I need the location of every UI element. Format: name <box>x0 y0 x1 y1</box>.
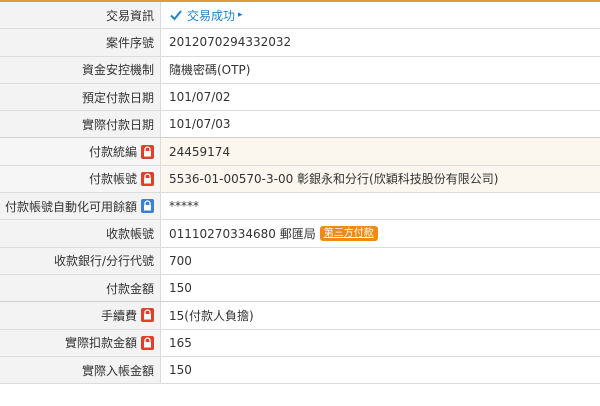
row-transaction-info: 交易資訊 交易成功 ▸ <box>0 2 600 30</box>
label-cell: 資金安控機制 <box>0 56 161 83</box>
row-value: 2012070294332032 <box>169 35 292 50</box>
value-cell: ***** <box>161 193 600 219</box>
value-cell: 101/07/03 <box>161 111 600 137</box>
row-actual-credit: 實際入帳金額 150 <box>0 356 600 385</box>
row-label: 付款帳號自動化可用餘額 <box>4 199 137 214</box>
row-payee-bank-code: 收款銀行/分行代號 700 <box>0 247 600 275</box>
lock-red-icon <box>141 144 154 159</box>
row-case-number: 案件序號 2012070294332032 <box>0 29 600 57</box>
label-cell: 付款統編 <box>0 138 161 165</box>
label-cell: 實際扣款金額 <box>0 329 161 356</box>
row-payer-account: 付款帳號 5536-01-00570-3-00 彰銀永和分行(欣穎科技股份有限公… <box>0 165 600 194</box>
row-value: 101/07/03 <box>169 117 231 132</box>
lock-red-icon <box>141 171 154 186</box>
row-label: 預定付款日期 <box>81 90 154 105</box>
row-actual-debit: 實際扣款金額 165 <box>0 329 600 357</box>
value-cell: 24459174 <box>161 138 600 165</box>
value-cell: 交易成功 ▸ <box>161 2 600 28</box>
row-label: 付款金額 <box>105 281 154 296</box>
row-payer-tax-id: 付款統編 24459174 <box>0 138 600 166</box>
row-value: 165 <box>169 335 192 350</box>
value-cell: 15(付款人負擔) <box>161 302 600 328</box>
label-cell: 實際入帳金額 <box>0 356 161 384</box>
row-value: 01110270334680 郵匯局 <box>169 227 316 242</box>
row-fee: 手續費 15(付款人負擔) <box>0 302 600 330</box>
value-cell: 101/07/02 <box>161 84 600 110</box>
row-label: 交易資訊 <box>105 8 154 23</box>
row-value: 24459174 <box>169 144 231 159</box>
transaction-status[interactable]: 交易成功 ▸ <box>169 7 243 24</box>
row-label: 資金安控機制 <box>81 63 154 78</box>
row-label: 收款帳號 <box>105 227 154 242</box>
label-cell: 收款銀行/分行代號 <box>0 247 161 274</box>
value-cell: 隨機密碼(OTP) <box>161 57 600 83</box>
third-party-tag[interactable]: 第三方付款 <box>319 226 378 242</box>
value-cell: 01110270334680 郵匯局 第三方付款 <box>161 220 600 246</box>
row-actual-date: 實際付款日期 101/07/03 <box>0 111 600 139</box>
label-cell: 手續費 <box>0 302 161 329</box>
label-cell: 案件序號 <box>0 29 161 56</box>
row-payee-account: 收款帳號 01110270334680 郵匯局 第三方付款 <box>0 220 600 248</box>
status-text: 交易成功 <box>187 8 236 23</box>
row-scheduled-date: 預定付款日期 101/07/02 <box>0 83 600 112</box>
label-cell: 交易資訊 <box>0 2 161 29</box>
row-payment-amount: 付款金額 150 <box>0 274 600 303</box>
row-label: 實際入帳金額 <box>81 363 154 378</box>
value-cell: 5536-01-00570-3-00 彰銀永和分行(欣穎科技股份有限公司) <box>161 165 600 193</box>
row-label: 收款銀行/分行代號 <box>53 254 154 269</box>
label-cell: 收款帳號 <box>0 220 161 247</box>
row-label: 付款統編 <box>88 145 137 160</box>
check-icon <box>170 10 182 21</box>
row-value: 隨機密碼(OTP) <box>169 63 251 78</box>
row-value: 5536-01-00570-3-00 彰銀永和分行(欣穎科技股份有限公司) <box>169 172 499 187</box>
label-cell: 實際付款日期 <box>0 111 161 138</box>
row-label: 實際付款日期 <box>81 117 154 132</box>
row-label: 案件序號 <box>105 35 154 50</box>
lock-red-icon <box>141 308 154 323</box>
value-cell: 150 <box>161 357 600 383</box>
label-cell: 付款帳號自動化可用餘額 <box>0 193 161 220</box>
lock-red-icon <box>141 335 154 350</box>
transaction-detail-panel: 交易資訊 交易成功 ▸ 案件序號 2012070294332032 資金安控機制… <box>0 0 600 406</box>
masked-balance: ***** <box>169 199 199 214</box>
row-value: 101/07/02 <box>169 90 231 105</box>
row-value: 700 <box>169 253 192 268</box>
row-label: 付款帳號 <box>88 172 137 187</box>
expand-arrow-icon: ▸ <box>238 10 243 21</box>
value-cell: 165 <box>161 330 600 356</box>
label-cell: 付款金額 <box>0 274 161 302</box>
row-label: 手續費 <box>100 308 137 323</box>
row-available-balance: 付款帳號自動化可用餘額 ***** <box>0 193 600 221</box>
label-cell: 付款帳號 <box>0 165 161 193</box>
value-cell: 700 <box>161 248 600 274</box>
value-cell: 2012070294332032 <box>161 29 600 55</box>
value-cell: 150 <box>161 275 600 301</box>
row-security-mechanism: 資金安控機制 隨機密碼(OTP) <box>0 56 600 84</box>
label-cell: 預定付款日期 <box>0 83 161 111</box>
row-value: 15(付款人負擔) <box>169 308 254 323</box>
row-value: 150 <box>169 363 192 377</box>
row-label: 實際扣款金額 <box>64 336 137 351</box>
lock-blue-icon <box>141 199 154 214</box>
row-value: 150 <box>169 281 192 296</box>
